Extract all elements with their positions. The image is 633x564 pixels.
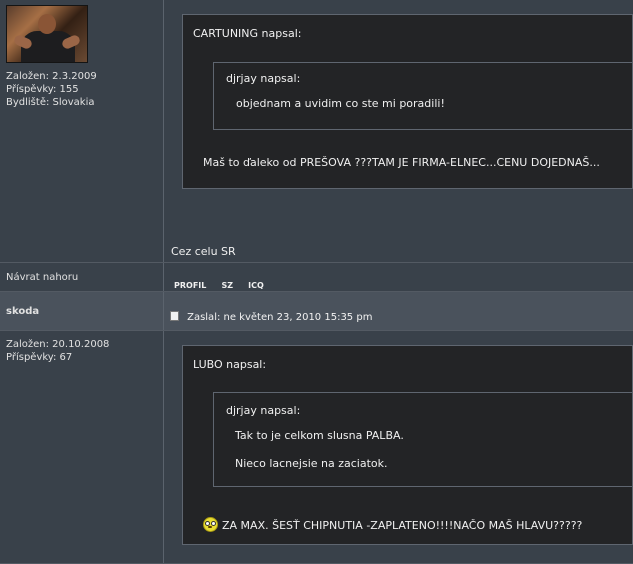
nested-quote-text: objednam a uvidim co ste mi poradili! xyxy=(236,97,445,110)
quote-text: Maš to ďaleko od PREŠOVA ???TAM JE FIRMA… xyxy=(203,156,600,169)
avatar xyxy=(6,5,88,63)
author-name-cell: skoda xyxy=(0,292,164,330)
joined-date-2: Založen: 20.10.2008 xyxy=(6,339,110,350)
signature: Cez celu SR xyxy=(171,245,236,258)
post-header-row-2: skoda Zaslal: ne květen 23, 2010 15:35 p… xyxy=(0,292,633,331)
smiley-icon xyxy=(203,517,218,532)
nested-quote-text-line-1: Tak to je celkom slusna PALBA. xyxy=(235,429,404,442)
author-name[interactable]: skoda xyxy=(6,306,39,317)
author-panel-1: Založen: 2.3.2009 Příspěvky: 155 Bydlišt… xyxy=(0,0,164,262)
nested-quote-author: djrjay napsal: xyxy=(226,72,301,85)
quote-author: CARTUNING napsal: xyxy=(193,27,302,40)
reply-text: ZA MAX. ŠESŤ CHIPNUTIA -ZAPLATENO!!!!NAČ… xyxy=(222,519,583,532)
post-meta-cell: Zaslal: ne květen 23, 2010 15:35 pm xyxy=(164,292,633,330)
location: Bydliště: Slovakia xyxy=(6,97,95,108)
post-count: Příspěvky: 155 xyxy=(6,84,79,95)
post-footer-row: Návrat nahoru PROFIL SZ ICQ xyxy=(0,263,633,292)
post-date: Zaslal: ne květen 23, 2010 15:35 pm xyxy=(187,312,373,323)
nested-quote-author-2: djrjay napsal: xyxy=(226,404,301,417)
post-count-2: Příspěvky: 67 xyxy=(6,352,73,363)
author-panel-2: Založen: 20.10.2008 Příspěvky: 67 xyxy=(0,331,164,563)
joined-date: Založen: 2.3.2009 xyxy=(6,71,97,82)
post-icon xyxy=(170,311,179,321)
profile-links-cell: PROFIL SZ ICQ xyxy=(164,263,633,291)
author-meta-2: Založen: 20.10.2008 Příspěvky: 67 xyxy=(6,338,157,364)
author-meta: Založen: 2.3.2009 Příspěvky: 155 Bydlišt… xyxy=(6,70,157,109)
back-to-top-link[interactable]: Návrat nahoru xyxy=(6,272,78,283)
profile-button[interactable]: PROFIL xyxy=(174,281,206,290)
icq-button[interactable]: ICQ xyxy=(248,281,264,290)
nested-quote-text-line-2: Nieco lacnejsie na zaciatok. xyxy=(235,457,388,470)
quote-author-2: LUBO napsal: xyxy=(193,358,267,371)
private-message-button[interactable]: SZ xyxy=(221,281,233,290)
back-to-top-cell: Návrat nahoru xyxy=(0,263,164,291)
